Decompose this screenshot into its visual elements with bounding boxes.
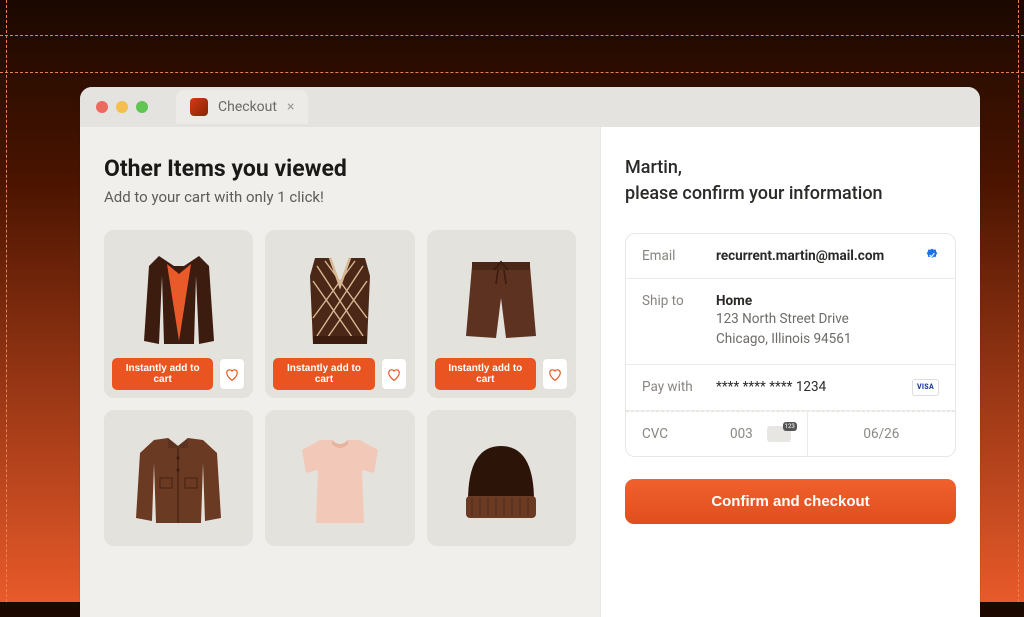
product-card-beanie <box>427 410 576 546</box>
close-icon[interactable]: × <box>287 99 294 115</box>
greeting-name: Martin, <box>625 157 682 178</box>
product-grid: Instantly add to cart <box>104 230 576 546</box>
tab-checkout[interactable]: Checkout × <box>176 90 308 124</box>
pay-label: Pay with <box>642 379 716 395</box>
card-brand-badge: VISA <box>912 379 939 396</box>
beanie-icon <box>456 431 546 526</box>
tshirt-icon <box>290 428 390 528</box>
pay-value: **** **** **** 1234 <box>716 379 912 395</box>
email-label: Email <box>642 248 716 264</box>
favorite-button[interactable] <box>542 358 568 390</box>
heart-icon <box>387 368 401 381</box>
window-close-button[interactable] <box>96 101 108 113</box>
window-minimize-button[interactable] <box>116 101 128 113</box>
product-image <box>435 418 568 538</box>
confirm-checkout-button[interactable]: Confirm and checkout <box>625 479 956 524</box>
email-value: recurrent.martin@mail.com <box>716 248 884 264</box>
tab-title: Checkout <box>218 99 277 115</box>
ship-line1: 123 North Street Drive <box>716 311 849 327</box>
product-image <box>435 238 568 358</box>
ship-name: Home <box>716 293 752 309</box>
add-to-cart-button[interactable]: Instantly add to cart <box>112 358 213 390</box>
greeting-line: please confirm your information <box>625 183 883 204</box>
checkout-heading: Martin, please confirm your information <box>625 155 956 207</box>
cardigan-icon <box>129 246 229 351</box>
product-image <box>273 418 406 538</box>
product-card-jacket <box>104 410 253 546</box>
favorite-button[interactable] <box>381 358 407 390</box>
card-back-icon <box>767 426 791 442</box>
cvc-label: CVC <box>642 426 716 442</box>
info-card: Email recurrent.martin@mail.com Ship to … <box>625 233 956 457</box>
product-image <box>273 238 406 358</box>
app-icon <box>190 98 208 116</box>
product-card-cardigan: Instantly add to cart <box>104 230 253 398</box>
product-card-shorts: Instantly add to cart <box>427 230 576 398</box>
add-to-cart-button[interactable]: Instantly add to cart <box>435 358 536 390</box>
jacket-icon <box>126 428 231 528</box>
content-area: Other Items you viewed Add to your cart … <box>80 127 980 617</box>
ship-label: Ship to <box>642 293 716 309</box>
email-row: Email recurrent.martin@mail.com <box>626 234 955 279</box>
product-image <box>112 238 245 358</box>
ship-row: Ship to Home 123 North Street Drive Chic… <box>626 279 955 365</box>
recently-viewed-panel: Other Items you viewed Add to your cart … <box>80 127 600 617</box>
shorts-icon <box>454 248 549 348</box>
checkout-panel: Martin, please confirm your information … <box>600 127 980 617</box>
vest-icon <box>295 246 385 351</box>
cvc-row: CVC 003 06/26 <box>626 411 955 456</box>
window-maximize-button[interactable] <box>136 101 148 113</box>
product-image <box>112 418 245 538</box>
product-card-tshirt <box>265 410 414 546</box>
cvc-value: 003 <box>730 426 753 442</box>
heart-icon <box>225 368 239 381</box>
product-card-sweater-vest: Instantly add to cart <box>265 230 414 398</box>
expiry-value: 06/26 <box>863 426 899 442</box>
ship-line2: Chicago, Illinois 94561 <box>716 331 851 347</box>
app-window: Checkout × Other Items you viewed Add to… <box>80 87 980 617</box>
section-heading: Other Items you viewed <box>104 155 576 182</box>
titlebar: Checkout × <box>80 87 980 127</box>
heart-icon <box>548 368 562 381</box>
favorite-button[interactable] <box>219 358 245 390</box>
add-to-cart-button[interactable]: Instantly add to cart <box>273 358 374 390</box>
verified-icon <box>925 248 939 262</box>
payment-row: Pay with **** **** **** 1234 VISA <box>626 365 955 411</box>
section-subheading: Add to your cart with only 1 click! <box>104 188 576 206</box>
